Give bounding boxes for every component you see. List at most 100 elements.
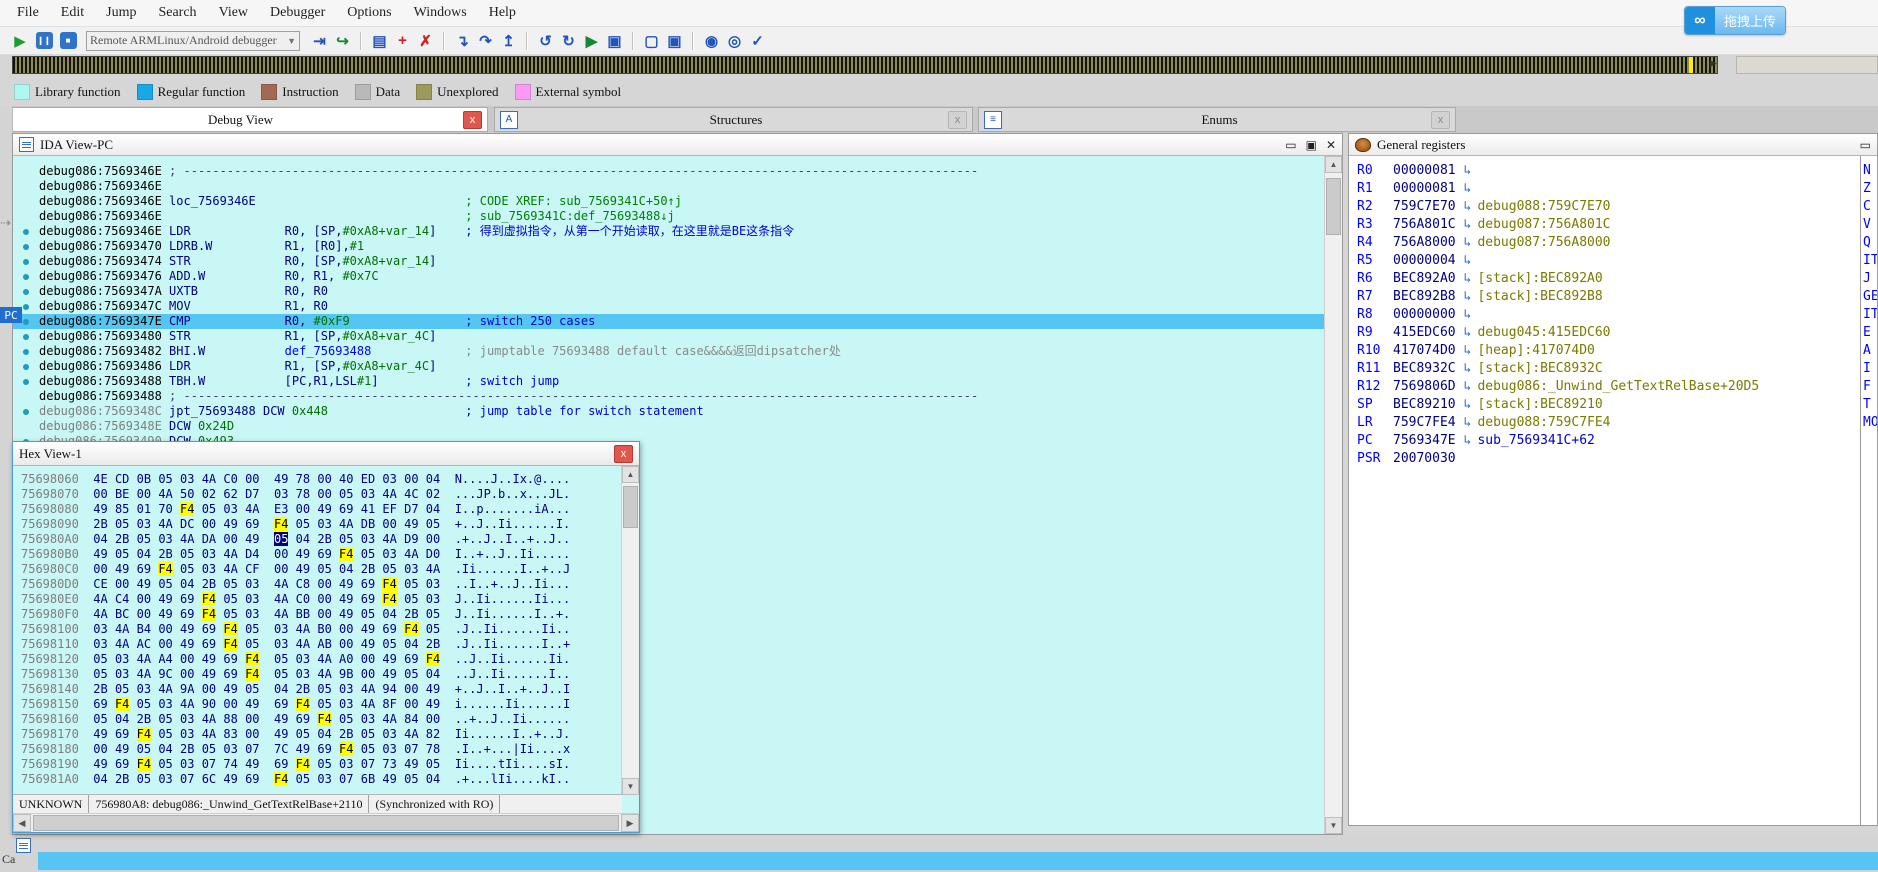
hex-byte[interactable]: 03 <box>245 607 259 621</box>
hex-byte[interactable]: 03 <box>115 652 129 666</box>
hex-byte[interactable]: 00 <box>404 472 418 486</box>
hex-byte[interactable]: 03 <box>382 547 396 561</box>
hex-byte[interactable]: A4 <box>158 652 172 666</box>
hex-byte[interactable]: A0 <box>339 652 353 666</box>
hex-byte[interactable]: 04 <box>158 742 172 756</box>
disasm-line[interactable]: debug086:7569348E DCW 0x24D <box>13 419 1325 434</box>
disasm-line[interactable]: debug086:7569347A UXTB R0, R0 <box>13 284 1325 299</box>
maximize-icon[interactable]: ▭ <box>1860 138 1871 152</box>
hex-byte[interactable]: 03 <box>202 547 216 561</box>
hex-byte[interactable]: 4E <box>93 472 107 486</box>
hex-byte[interactable]: EF <box>382 502 396 516</box>
hex-byte[interactable]: 49 <box>296 742 310 756</box>
hex-byte[interactable]: 05 <box>137 742 151 756</box>
hex-row[interactable]: 75698160 05 04 2B 05 03 4A 88 00 49 69 F… <box>21 712 622 727</box>
hex-byte[interactable]: 69 <box>202 622 216 636</box>
disasm-line[interactable]: debug086:75693470 LDRB.W R1, [R0], #1 <box>13 239 1325 254</box>
hex-byte[interactable]: 05 <box>115 682 129 696</box>
hex-byte[interactable]: 69 <box>223 652 237 666</box>
hex-byte[interactable]: 4A <box>158 517 172 531</box>
hex-byte[interactable]: 69 <box>274 697 288 711</box>
disasm-line[interactable]: debug086:75693486 LDR R1, [SP, #0xA8+var_… <box>13 359 1325 374</box>
register-row-r11[interactable]: R11 BEC8932C ↳ [stack]:BEC8932C <box>1357 360 1861 378</box>
hex-byte[interactable]: 00 <box>245 727 259 741</box>
hex-byte[interactable]: 05 <box>202 502 216 516</box>
register-row-r5[interactable]: R5 00000004 ↳ <box>1357 252 1861 270</box>
hex-byte[interactable]: 85 <box>115 502 129 516</box>
hex-row[interactable]: 756980A0 04 2B 05 03 4A DA 00 49 05 04 2… <box>21 532 622 547</box>
hex-byte[interactable]: 04 <box>317 727 331 741</box>
hex-byte[interactable]: 4A <box>202 712 216 726</box>
continue-process-button[interactable]: ▶ <box>10 31 30 51</box>
hex-byte[interactable]: 05 <box>245 682 259 696</box>
hex-byte[interactable]: F4 <box>136 757 152 771</box>
hex-byte[interactable]: 49 <box>339 607 353 621</box>
menu-item-edit[interactable]: Edit <box>50 3 95 23</box>
hex-byte[interactable]: 69 <box>202 637 216 651</box>
hex-byte[interactable]: 00 <box>339 622 353 636</box>
hex-byte[interactable]: 07 <box>404 742 418 756</box>
stack-row[interactable]: BEC89210 00000003 <box>38 852 1878 870</box>
scrollbar-thumb[interactable] <box>33 815 619 831</box>
hex-byte[interactable]: 74 <box>223 757 237 771</box>
follow-arrow-icon[interactable]: ↳ <box>1456 379 1478 394</box>
hex-byte[interactable]: 03 <box>317 772 331 786</box>
disasm-line[interactable]: debug086:7569347E CMP R0, #0xF9 ; switch… <box>13 314 1325 329</box>
hex-byte[interactable]: 00 <box>93 487 107 501</box>
register-value[interactable]: BEC8932C <box>1393 361 1456 376</box>
hex-byte[interactable]: 05 <box>296 517 310 531</box>
hex-row[interactable]: 756980E0 4A C4 00 49 69 F4 05 03 4A C0 0… <box>21 592 622 607</box>
hex-byte[interactable]: 00 <box>180 667 194 681</box>
hex-byte[interactable]: 03 <box>317 517 331 531</box>
hex-byte[interactable]: F4 <box>245 652 260 666</box>
hex-byte[interactable]: 4A <box>404 727 418 741</box>
hex-byte[interactable]: 05 <box>382 562 396 576</box>
hex-row[interactable]: 75698080 49 85 01 70 F4 05 03 4A E3 00 4… <box>21 502 622 517</box>
hex-byte[interactable]: F4 <box>404 622 419 636</box>
hex-byte[interactable]: ED <box>361 472 375 486</box>
hex-byte[interactable]: 05 <box>361 742 375 756</box>
hex-byte[interactable]: 49 <box>158 607 172 621</box>
watch-list-icon[interactable]: ◎ <box>724 30 745 51</box>
hex-byte[interactable]: CD <box>115 472 129 486</box>
hex-row[interactable]: 75698140 2B 05 03 4A 9A 00 49 05 04 2B 0… <box>21 682 622 697</box>
hex-byte[interactable]: 04 <box>137 547 151 561</box>
disassembly-vscrollbar[interactable]: ▲ ▼ <box>1324 156 1342 834</box>
follow-arrow-icon[interactable]: ↳ <box>1456 253 1478 268</box>
menu-item-search[interactable]: Search <box>147 3 207 23</box>
hex-byte[interactable]: 4A <box>115 622 129 636</box>
register-value[interactable]: 00000000 <box>1393 307 1456 322</box>
hex-byte[interactable]: 05 <box>426 517 440 531</box>
hex-byte[interactable]: 00 <box>317 487 331 501</box>
hex-byte[interactable]: CE <box>93 577 107 591</box>
hex-byte[interactable]: 49 <box>426 697 440 711</box>
hex-byte[interactable]: 4A <box>274 607 288 621</box>
hex-byte[interactable]: 49 <box>202 667 216 681</box>
hex-byte[interactable]: 05 <box>382 637 396 651</box>
register-annotation[interactable]: [heap]:417074D0 <box>1477 343 1594 358</box>
hex-byte[interactable]: 4A <box>361 682 375 696</box>
register-row-r8[interactable]: R8 00000000 ↳ <box>1357 306 1861 324</box>
hex-byte[interactable]: 4A <box>202 727 216 741</box>
hex-byte[interactable]: 05 <box>223 592 237 606</box>
hex-byte[interactable]: 4A <box>317 667 331 681</box>
hex-byte[interactable]: 78 <box>296 472 310 486</box>
follow-arrow-icon[interactable]: ↳ <box>1456 289 1478 304</box>
register-value[interactable]: 7569806D <box>1393 379 1456 394</box>
hex-byte[interactable]: 03 <box>382 472 396 486</box>
hex-byte[interactable]: 03 <box>93 622 107 636</box>
hex-row[interactable]: 756980C0 00 49 69 F4 05 03 4A CF 00 49 0… <box>21 562 622 577</box>
hex-byte[interactable]: 00 <box>223 532 237 546</box>
hex-byte[interactable]: AC <box>137 637 151 651</box>
register-value[interactable]: 00000081 <box>1393 163 1456 178</box>
undo-icon[interactable]: ↺ <box>535 30 556 51</box>
hex-byte[interactable]: 05 <box>361 727 375 741</box>
hex-byte[interactable]: 2B <box>137 712 151 726</box>
follow-arrow-icon[interactable]: ↳ <box>1456 271 1478 286</box>
debugger-selector-dropdown[interactable]: Remote ARMLinux/Android debugger ▼ <box>86 30 300 51</box>
hex-byte[interactable]: 00 <box>93 742 107 756</box>
hex-byte[interactable]: 05 <box>245 622 259 636</box>
menu-item-view[interactable]: View <box>208 3 259 23</box>
hex-byte[interactable]: 00 <box>202 682 216 696</box>
hex-byte[interactable]: 05 <box>180 562 194 576</box>
